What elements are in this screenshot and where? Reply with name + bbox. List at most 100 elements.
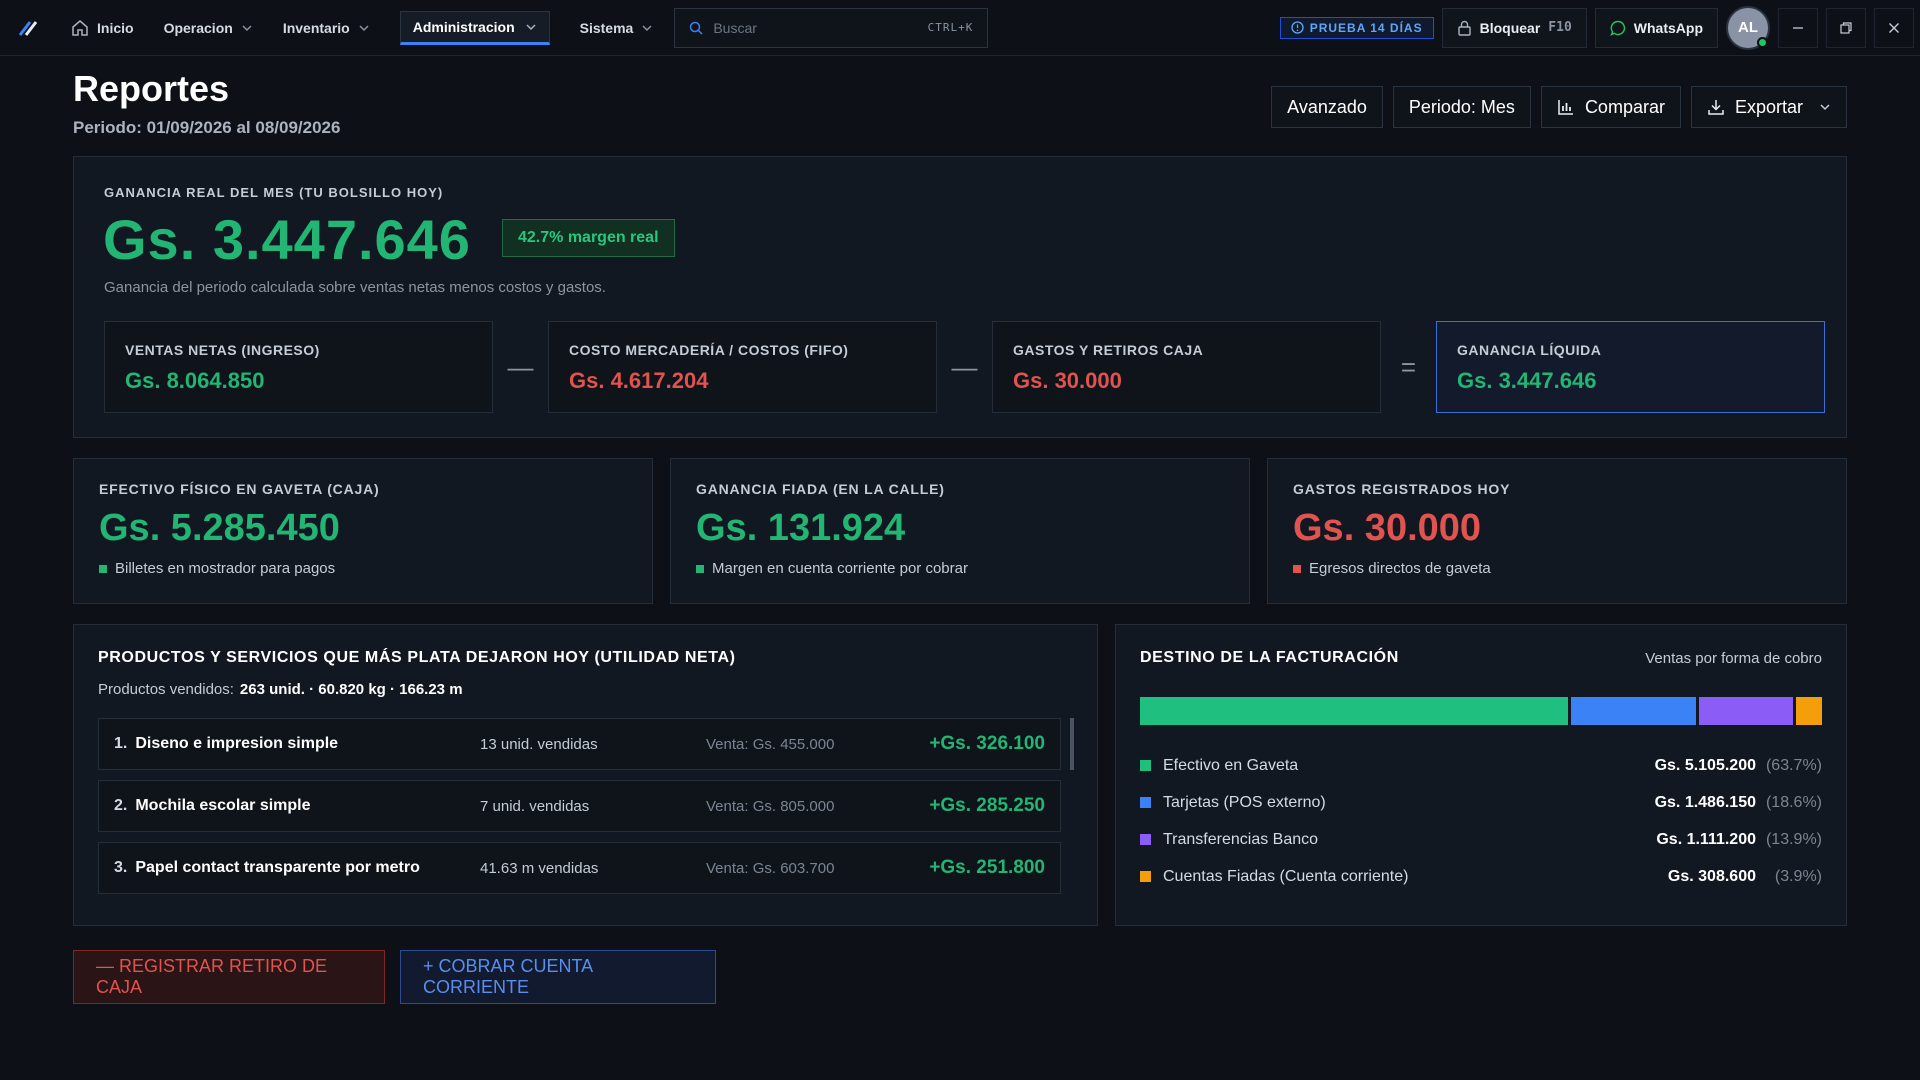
top-products-panel: PRODUCTOS Y SERVICIOS QUE MÁS PLATA DEJA…	[73, 624, 1098, 926]
toolbar-right: PRUEBA 14 DÍAS Bloquear F10 WhatsApp AL	[1279, 0, 1920, 56]
eq-card-value: Gs. 3.447.646	[1457, 368, 1597, 393]
compare-label: Comparar	[1584, 96, 1665, 117]
nav-item-operacion[interactable]: Operacion	[149, 0, 268, 56]
red-square-icon	[1293, 564, 1301, 573]
product-qty: 41.63 m vendidas	[480, 859, 599, 877]
nav-label: Inicio	[97, 19, 134, 36]
list-item[interactable]: 2. Mochila escolar simple 7 unid. vendida…	[98, 780, 1061, 832]
period-select-label: Periodo: Mes	[1408, 96, 1515, 117]
lock-button[interactable]: Bloquear F10	[1441, 7, 1587, 48]
nav-item-inicio[interactable]: Inicio	[56, 0, 149, 56]
legend-percent: (18.6%)	[1765, 793, 1822, 811]
billing-bar-segment	[1571, 697, 1697, 725]
eq-card-label: VENTAS NETAS (INGRESO)	[125, 342, 320, 358]
export-button[interactable]: Exportar	[1690, 86, 1847, 128]
billing-bar-segment	[1795, 697, 1822, 725]
product-name: 2. Mochila escolar simple	[114, 797, 480, 815]
compare-button[interactable]: Comparar	[1540, 86, 1681, 128]
products-sold-value: 263 unid. · 60.820 kg · 166.23 m	[239, 681, 463, 698]
info-icon	[1291, 21, 1304, 34]
profit-summary-panel: GANANCIA REAL DEL MES (TU BOLSILLO HOY) …	[73, 156, 1847, 438]
legend-amount: Gs. 308.600	[1667, 867, 1756, 885]
products-sold-label: Productos vendidos:	[98, 681, 234, 698]
billing-destination-panel: DESTINO DE LA FACTURACIÓN Ventas por for…	[1115, 624, 1847, 926]
product-qty: 13 unid. vendidas	[480, 735, 598, 753]
minus-operator: —	[951, 351, 978, 382]
chevron-down-icon	[526, 23, 536, 30]
legend-name: Transferencias Banco	[1163, 830, 1319, 848]
chevron-down-icon	[359, 24, 369, 31]
eq-card-cost: COSTO MERCADERÍA / COSTOS (FIFO) Gs. 4.6…	[548, 321, 937, 413]
products-title: PRODUCTOS Y SERVICIOS QUE MÁS PLATA DEJA…	[98, 649, 736, 666]
product-sale: Venta: Gs. 805.000	[706, 797, 835, 815]
period-select-button[interactable]: Periodo: Mes	[1392, 86, 1531, 128]
nav-item-inventario[interactable]: Inventario	[268, 0, 385, 56]
billing-legend: Efectivo en Gaveta Gs. 5.105.200 (63.7%)…	[1140, 747, 1822, 895]
lock-label: Bloquear	[1479, 19, 1541, 36]
billing-bar-segment	[1699, 697, 1793, 725]
product-name-text: Diseno e impresion simple	[135, 735, 339, 752]
search-box: CTRL+K	[674, 7, 989, 48]
legend-name: Cuentas Fiadas (Cuenta corriente)	[1163, 867, 1409, 885]
trial-badge[interactable]: PRUEBA 14 DÍAS	[1279, 16, 1434, 39]
top-navbar: Inicio Operacion Inventario Administraci…	[0, 0, 1920, 56]
card-label: GANANCIA FIADA (EN LA CALLE)	[696, 481, 945, 497]
products-scrollbar[interactable]	[1070, 718, 1074, 770]
legend-amount: Gs. 1.111.200	[1656, 830, 1756, 848]
legend-row-transfers: Transferencias Banco Gs. 1.111.200 (13.9…	[1140, 821, 1822, 858]
legend-percent: (3.9%)	[1774, 867, 1822, 885]
hero-profit-value: Gs. 3.447.646	[103, 208, 471, 271]
eq-card-value: Gs. 8.064.850	[125, 368, 265, 393]
legend-percent: (63.7%)	[1765, 756, 1822, 774]
nav-item-administracion[interactable]: Administracion	[385, 0, 565, 56]
green-square-icon	[696, 564, 704, 573]
billing-header: DESTINO DE LA FACTURACIÓN Ventas por for…	[1140, 649, 1822, 667]
card-value: Gs. 5.285.450	[99, 507, 340, 549]
search-input[interactable]	[713, 19, 918, 36]
whatsapp-button[interactable]: WhatsApp	[1594, 7, 1718, 48]
avatar[interactable]: AL	[1726, 5, 1770, 50]
nav-item-sistema[interactable]: Sistema	[565, 0, 669, 56]
collect-account-button[interactable]: + COBRAR CUENTA CORRIENTE	[400, 950, 716, 1004]
product-name-text: Mochila escolar simple	[135, 797, 311, 814]
page-period: Periodo: 01/09/2026 al 08/09/2026	[73, 118, 341, 137]
legend-swatch	[1140, 871, 1151, 882]
billing-title: DESTINO DE LA FACTURACIÓN	[1140, 649, 1399, 666]
green-square-icon	[99, 564, 107, 573]
card-sub-text: Egresos directos de gaveta	[1309, 560, 1491, 577]
close-button[interactable]	[1874, 7, 1914, 48]
bar-chart-icon	[1558, 100, 1573, 115]
card-label: GASTOS REGISTRADOS HOY	[1293, 481, 1511, 497]
product-name-text: Papel contact transparente por metro	[135, 859, 420, 876]
hero-label: GANANCIA REAL DEL MES (TU BOLSILLO HOY)	[104, 185, 444, 200]
restore-icon	[1840, 21, 1852, 34]
trial-label: PRUEBA 14 DÍAS	[1309, 20, 1423, 35]
card-sub: Billetes en mostrador para pagos	[99, 560, 627, 577]
card-cash-drawer: EFECTIVO FÍSICO EN GAVETA (CAJA) Gs. 5.2…	[73, 458, 653, 604]
legend-name: Tarjetas (POS externo)	[1163, 793, 1326, 811]
restore-button[interactable]	[1826, 7, 1866, 48]
billing-bar-segment	[1140, 697, 1569, 725]
app-logo-icon[interactable]	[0, 0, 56, 56]
hero-description: Ganancia del periodo calculada sobre ven…	[104, 279, 606, 296]
equals-operator: =	[1400, 351, 1417, 382]
legend-amount: Gs. 5.105.200	[1654, 756, 1756, 774]
eq-card-net-sales: VENTAS NETAS (INGRESO) Gs. 8.064.850	[104, 321, 493, 413]
eq-card-expenses: GASTOS Y RETIROS CAJA Gs. 30.000	[992, 321, 1381, 413]
register-withdrawal-button[interactable]: — REGISTRAR RETIRO DE CAJA	[73, 950, 385, 1004]
download-icon	[1708, 100, 1724, 115]
search-shortcut: CTRL+K	[927, 21, 974, 34]
close-icon	[1889, 22, 1899, 33]
card-sub: Margen en cuenta corriente por cobrar	[696, 560, 1224, 577]
eq-card-net-profit: GANANCIA LÍQUIDA Gs. 3.447.646	[1436, 321, 1825, 413]
avatar-initials: AL	[1738, 19, 1758, 36]
chevron-down-icon	[242, 24, 252, 31]
list-item[interactable]: 1. Diseno e impresion simple 13 unid. ven…	[98, 718, 1061, 770]
list-item[interactable]: 3. Papel contact transparente por metro 4…	[98, 842, 1061, 894]
legend-swatch	[1140, 834, 1151, 845]
product-name: 1. Diseno e impresion simple	[114, 735, 480, 753]
minimize-button[interactable]	[1778, 7, 1818, 48]
advanced-button[interactable]: Avanzado	[1271, 86, 1383, 128]
product-profit: +Gs. 285.250	[929, 795, 1045, 816]
eq-card-value: Gs. 4.617.204	[569, 368, 709, 393]
